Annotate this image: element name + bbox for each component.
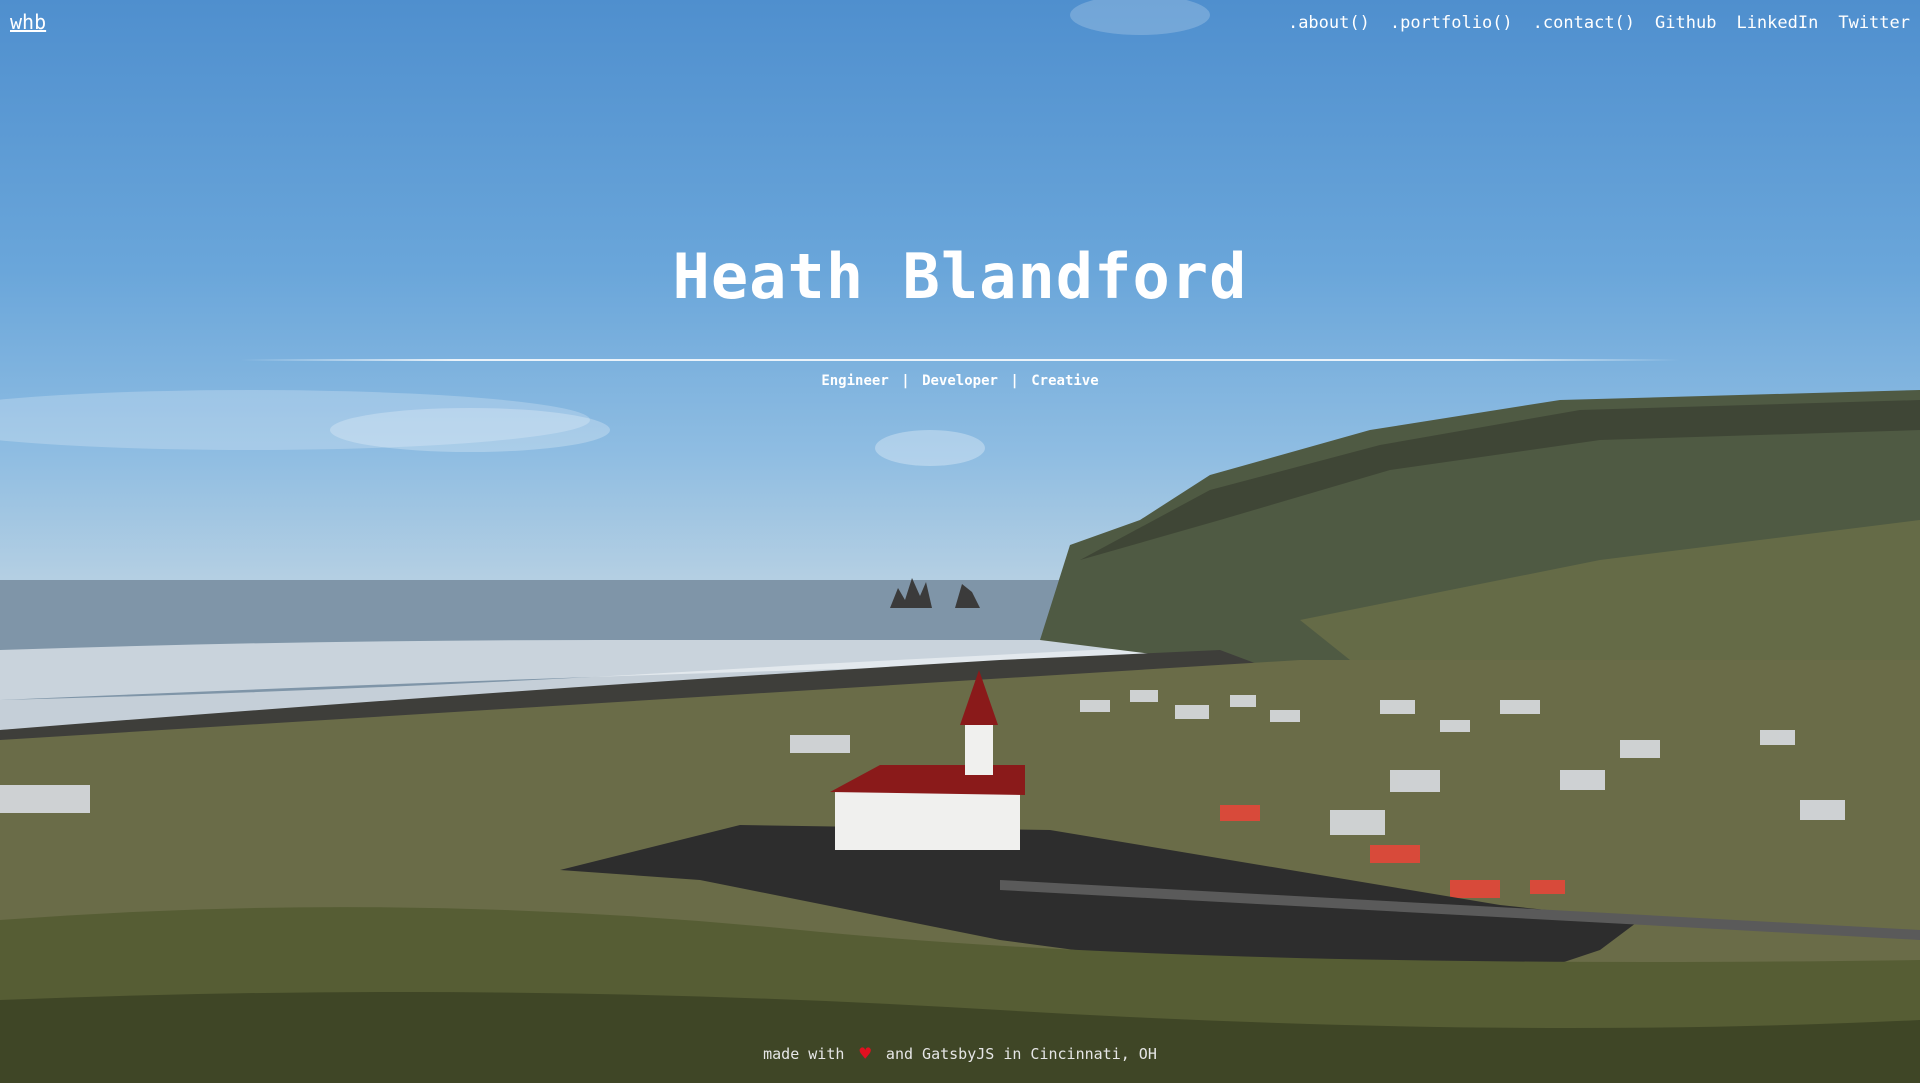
role-developer: Developer <box>922 373 998 389</box>
brand-logo-link[interactable]: whb <box>10 10 46 34</box>
hero-divider <box>240 359 1680 361</box>
hero: Heath Blandford Engineer | Developer | C… <box>0 240 1920 389</box>
hero-roles: Engineer | Developer | Creative <box>0 373 1920 389</box>
nav-link-linkedin[interactable]: LinkedIn <box>1736 13 1818 33</box>
nav-link-github[interactable]: Github <box>1655 13 1716 33</box>
footer-text-after: and GatsbyJS in Cincinnati, OH <box>885 1045 1157 1063</box>
nav-link-contact[interactable]: .contact() <box>1533 13 1635 33</box>
background-landscape-photo <box>0 0 1920 1083</box>
role-separator: | <box>1010 373 1019 389</box>
nav-link-twitter[interactable]: Twitter <box>1838 13 1910 33</box>
nav-link-portfolio[interactable]: .portfolio() <box>1390 13 1513 33</box>
hero-title: Heath Blandford <box>672 240 1248 313</box>
footer-text-before: made with <box>763 1045 845 1063</box>
role-creative: Creative <box>1031 373 1099 389</box>
top-nav: whb .about() .portfolio() .contact() Git… <box>0 0 1920 50</box>
role-separator: | <box>901 373 910 389</box>
nav-links: .about() .portfolio() .contact() Github … <box>1288 13 1910 33</box>
nav-link-about[interactable]: .about() <box>1288 13 1370 33</box>
heart-icon: ♥ <box>859 1043 871 1065</box>
role-engineer: Engineer <box>821 373 889 389</box>
footer: made with ♥ and GatsbyJS in Cincinnati, … <box>0 1043 1920 1065</box>
page: whb .about() .portfolio() .contact() Git… <box>0 0 1920 1083</box>
